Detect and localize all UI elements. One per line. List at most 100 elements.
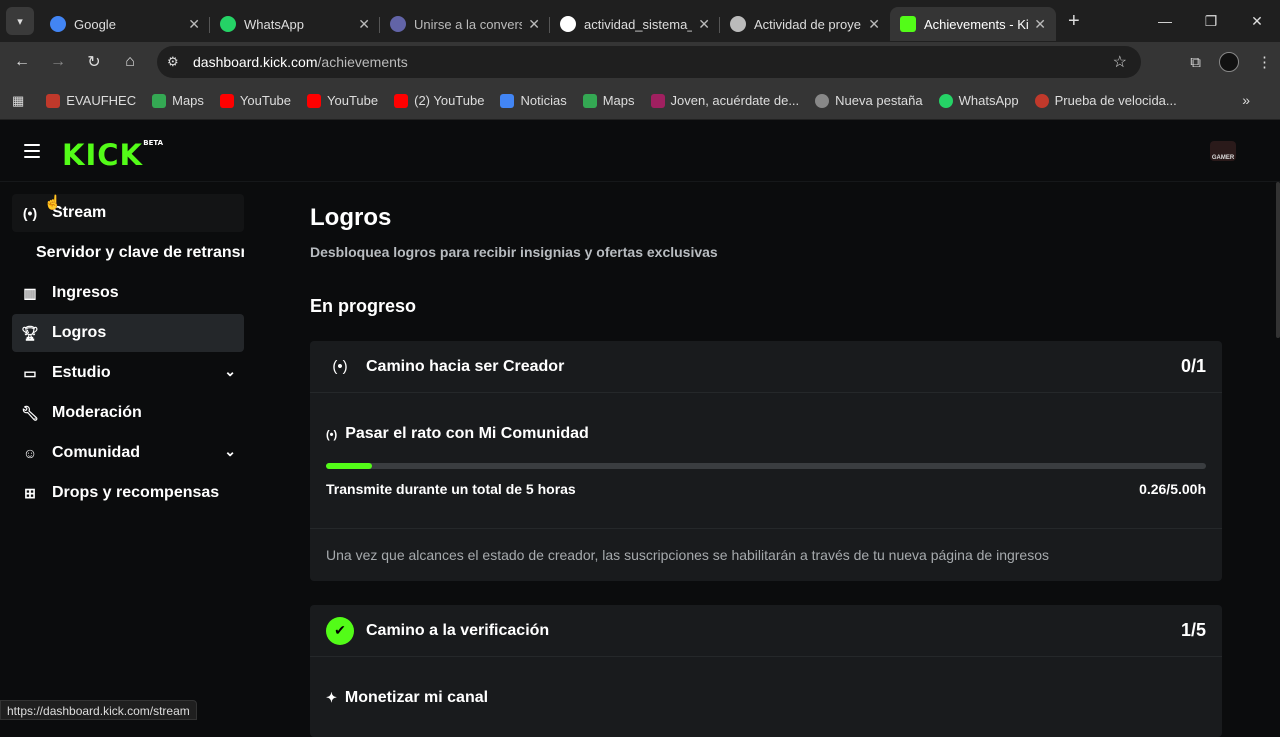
page-title: Logros <box>310 204 1222 234</box>
bookmarks-bar: ▦ EVAUFHEC Maps YouTube YouTube (2) YouT… <box>0 82 1280 120</box>
forward-icon[interactable]: → <box>40 53 76 71</box>
kick-dashboard: KICKBETA GAMER (•) Stream Servidor y cla… <box>0 120 1280 720</box>
sidebar-item-moderacion[interactable]: 🔧︎ Moderación <box>12 394 244 432</box>
youtube-icon <box>220 94 234 108</box>
chevron-down-icon[interactable]: ⌄ <box>224 443 236 460</box>
back-icon[interactable]: ← <box>4 53 40 71</box>
tab-teams[interactable]: Unirse a la convers ✕ <box>380 7 550 41</box>
bookmark[interactable]: YouTube <box>220 93 291 108</box>
bookmark-label: YouTube <box>240 93 291 108</box>
tab-whatsapp[interactable]: WhatsApp ✕ <box>210 7 380 41</box>
user-avatar[interactable]: GAMER <box>1210 141 1236 161</box>
community-icon: ☺ <box>20 445 40 461</box>
sidebar-item-label: Moderación <box>52 404 142 422</box>
more-bookmarks-icon[interactable]: » <box>1242 92 1250 108</box>
whatsapp-icon <box>939 94 953 108</box>
bookmark[interactable]: Prueba de velocida... <box>1035 93 1177 108</box>
sidebar-item-ingresos[interactable]: ▥ Ingresos <box>12 274 244 312</box>
sidebar-item-estudio[interactable]: ▭ Estudio ⌄ <box>12 354 244 392</box>
github-icon <box>560 16 576 32</box>
sparkle-icon: ✦ <box>326 690 337 705</box>
sidebar-item-comunidad[interactable]: ☺ Comunidad ⌄ <box>12 434 244 472</box>
sidebar-item-logros[interactable]: 🏆︎ Logros <box>12 314 244 352</box>
tab-title: Unirse a la convers <box>414 17 522 32</box>
sidebar-item-drops[interactable]: ⊞ Drops y recompensas <box>12 474 244 512</box>
trophy-icon: 🏆︎ <box>20 325 40 342</box>
close-tab-icon[interactable]: ✕ <box>528 16 540 33</box>
top-nav: KICKBETA GAMER <box>0 120 1280 182</box>
section-title: En progreso <box>310 296 1222 317</box>
extensions-icon[interactable]: ⧉ <box>1190 54 1201 71</box>
progress-fill <box>326 463 372 469</box>
chevron-down-icon[interactable]: ⌄ <box>224 363 236 380</box>
close-tab-icon[interactable]: ✕ <box>868 16 880 33</box>
home-icon[interactable]: ⌂ <box>112 53 148 71</box>
broadcast-icon: (•) <box>20 205 40 221</box>
restore-icon[interactable]: ❐ <box>1188 13 1234 30</box>
task-title: ✦ Monetizar mi canal <box>326 689 488 707</box>
bookmark-label: Maps <box>172 93 204 108</box>
new-tab-button[interactable]: + <box>1068 10 1080 33</box>
tab-search-button[interactable]: ▾ <box>6 7 34 35</box>
close-tab-icon[interactable]: ✕ <box>1034 16 1046 33</box>
bookmark[interactable]: (2) YouTube <box>394 93 484 108</box>
tab-title: WhatsApp <box>244 17 352 32</box>
address-bar-row: ← → ↻ ⌂ ⚙ dashboard.kick.com/achievement… <box>0 42 1280 82</box>
site-info-icon[interactable]: ⚙ <box>167 54 179 70</box>
url-path: /achievements <box>318 54 408 70</box>
reload-icon[interactable]: ↻ <box>76 52 112 72</box>
tab-title: Actividad de proye <box>754 17 862 32</box>
close-tab-icon[interactable]: ✕ <box>698 16 710 33</box>
bookmark[interactable]: WhatsApp <box>939 93 1019 108</box>
scrollbar[interactable] <box>1276 182 1280 338</box>
tab-google[interactable]: Google ✕ <box>40 7 210 41</box>
tab-github[interactable]: actividad_sistema_ ✕ <box>550 7 720 41</box>
logo-text: KICK <box>62 138 143 172</box>
sidebar-item-label: Servidor y clave de retransm <box>36 244 244 262</box>
bookmark-label: Joven, acuérdate de... <box>671 93 800 108</box>
bookmark[interactable]: Maps <box>152 93 204 108</box>
card-header[interactable]: (•) Camino hacia ser Creador 0/1 <box>310 341 1222 393</box>
close-window-icon[interactable]: ✕ <box>1234 13 1280 30</box>
card-header[interactable]: ✔ Camino a la verificación 1/5 <box>310 605 1222 657</box>
url-host: dashboard.kick.com <box>193 54 318 70</box>
task-description: Transmite durante un total de 5 horas <box>326 481 576 497</box>
bookmark[interactable]: Maps <box>583 93 635 108</box>
hamburger-menu-icon[interactable] <box>24 144 40 158</box>
profile-avatar[interactable] <box>1219 52 1239 72</box>
bookmark-star-icon[interactable]: ☆ <box>1113 52 1127 72</box>
sidebar-item-server-key[interactable]: Servidor y clave de retransm <box>12 234 244 272</box>
bookmark-label: YouTube <box>327 93 378 108</box>
bookmark-icon <box>651 94 665 108</box>
task-title-text: Pasar el rato con Mi Comunidad <box>345 425 589 442</box>
bookmark[interactable]: YouTube <box>307 93 378 108</box>
bookmark-label: Maps <box>603 93 635 108</box>
bookmark[interactable]: Joven, acuérdate de... <box>651 93 800 108</box>
bookmark[interactable]: Noticias <box>500 93 566 108</box>
menu-icon[interactable]: ⋮ <box>1257 53 1272 71</box>
verified-badge-icon: ✔ <box>326 617 354 645</box>
achievements-main: Logros Desbloquea logros para recibir in… <box>310 204 1222 737</box>
bar-chart-icon: ▥ <box>20 285 40 302</box>
close-tab-icon[interactable]: ✕ <box>188 16 200 33</box>
speedtest-icon <box>1035 94 1049 108</box>
tab-achievements[interactable]: Achievements - Ki ✕ <box>890 7 1056 41</box>
task-title-text: Monetizar mi canal <box>345 689 488 706</box>
tab-openai[interactable]: Actividad de proye ✕ <box>720 7 890 41</box>
page-subtitle: Desbloquea logros para recibir insignias… <box>310 244 1222 260</box>
sidebar-item-label: Ingresos <box>52 284 119 302</box>
close-tab-icon[interactable]: ✕ <box>358 16 370 33</box>
sidebar-item-label: Logros <box>52 324 106 342</box>
whatsapp-icon <box>220 16 236 32</box>
apps-icon[interactable]: ▦ <box>12 93 24 109</box>
bookmark[interactable]: EVAUFHEC <box>46 93 136 108</box>
sidebar-item-label: Estudio <box>52 364 111 382</box>
teams-icon <box>390 16 406 32</box>
url-field[interactable]: ⚙ dashboard.kick.com/achievements ☆ <box>157 46 1141 78</box>
card-count: 1/5 <box>1181 620 1206 641</box>
bookmark[interactable]: Nueva pestaña <box>815 93 922 108</box>
kick-logo[interactable]: KICKBETA <box>62 138 143 172</box>
tab-title: Achievements - Ki <box>924 17 1028 32</box>
minimize-icon[interactable]: — <box>1142 13 1188 29</box>
youtube-icon <box>394 94 408 108</box>
